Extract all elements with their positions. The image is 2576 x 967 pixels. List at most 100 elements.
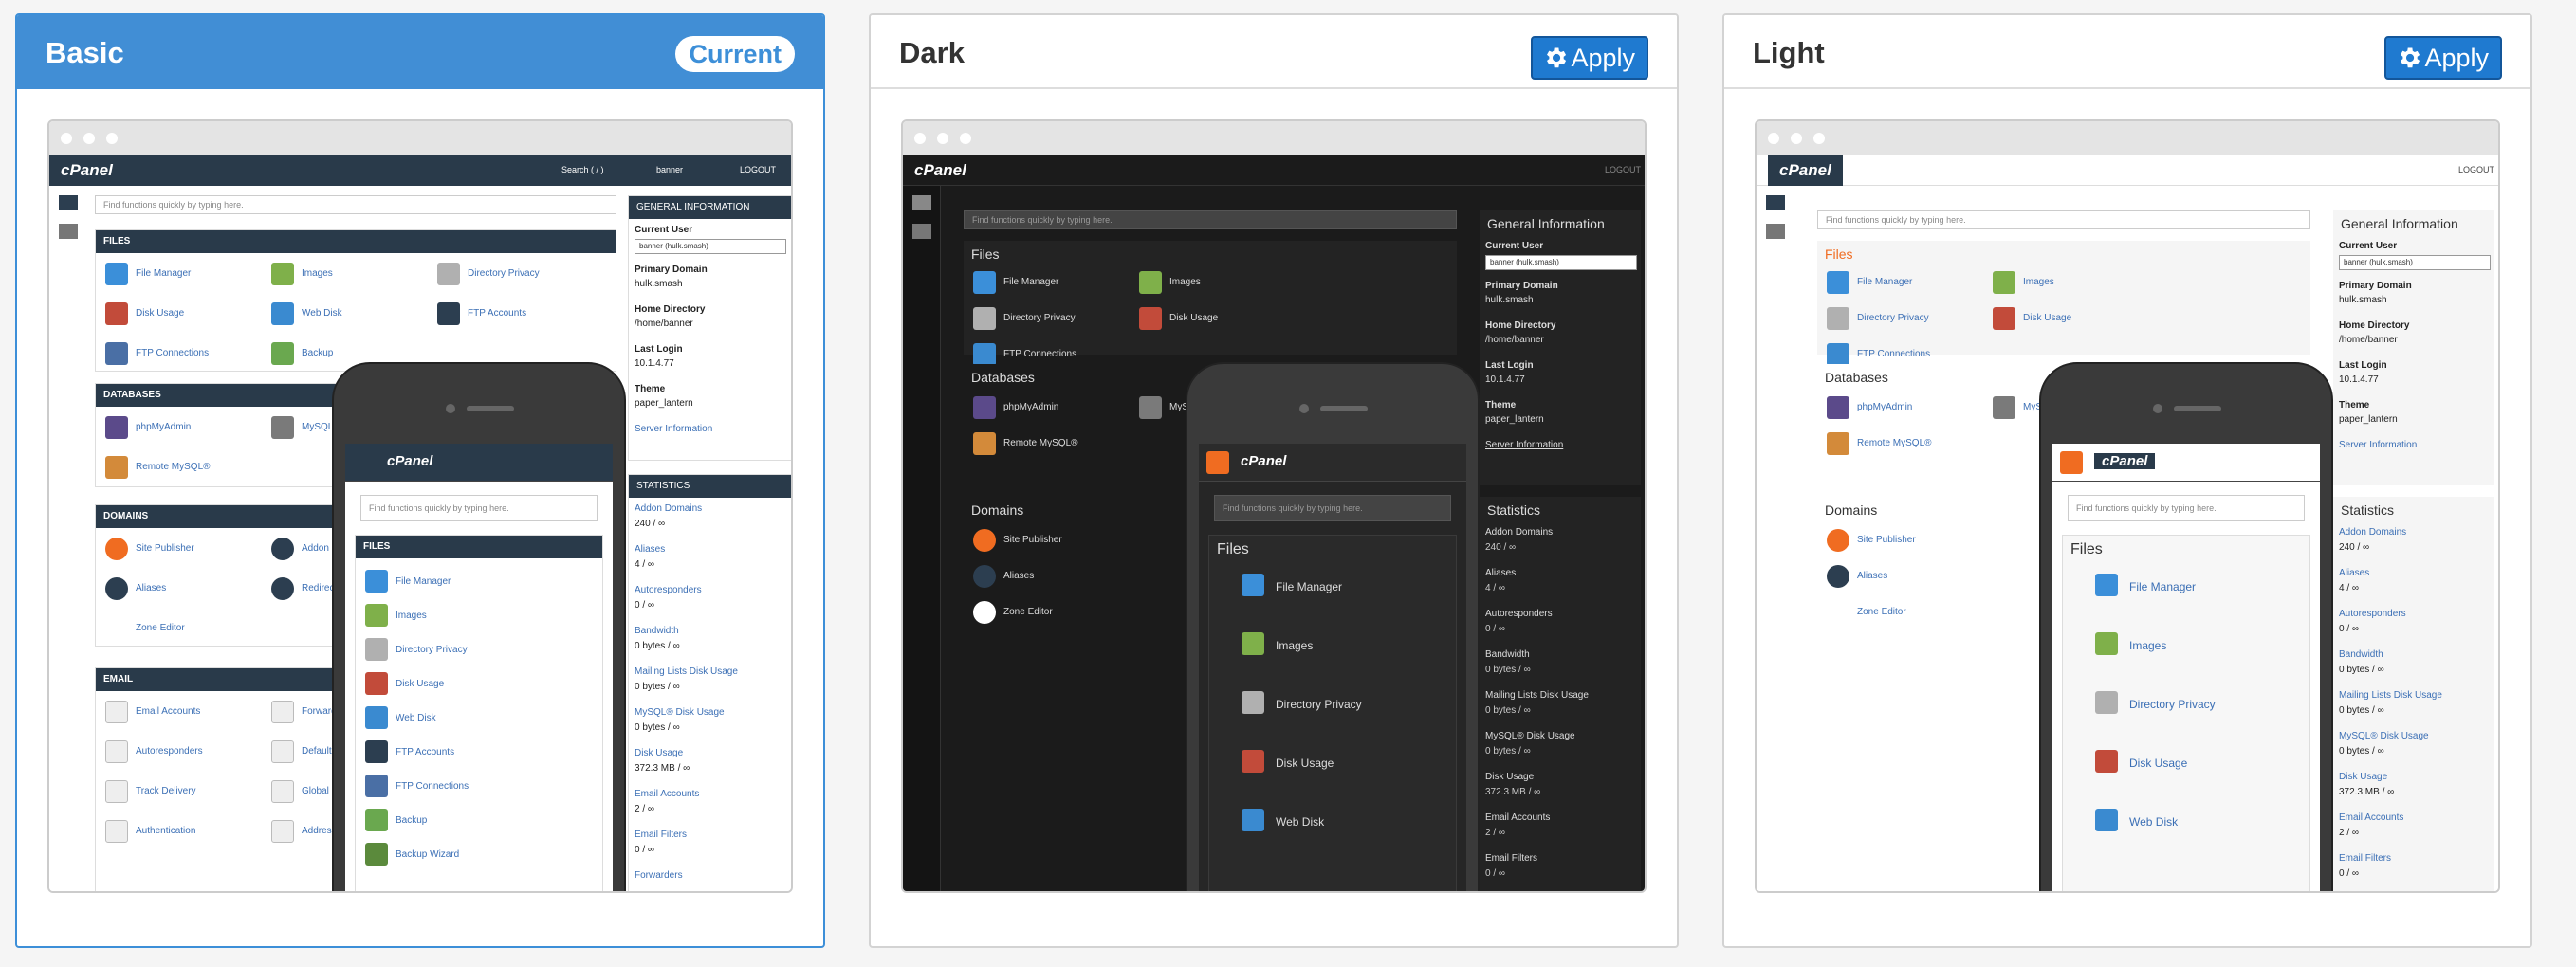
current-user-select[interactable]: banner (hulk.smash) bbox=[2339, 255, 2491, 270]
search-label[interactable]: Search ( / ) bbox=[561, 165, 604, 174]
domain-item[interactable]: Aliases bbox=[136, 583, 166, 593]
stat-label[interactable]: Disk Usage bbox=[635, 748, 683, 758]
mobile-file-item[interactable]: Directory Privacy bbox=[2129, 698, 2216, 711]
mobile-file-item[interactable]: FTP Accounts bbox=[396, 747, 454, 757]
file-item[interactable]: Disk Usage bbox=[2023, 313, 2071, 323]
mobile-file-item[interactable]: Images bbox=[1276, 639, 1313, 652]
mobile-file-item[interactable]: Disk Usage bbox=[1276, 757, 1334, 770]
email-item[interactable]: Email Accounts bbox=[136, 706, 200, 717]
mobile-file-item[interactable]: Backup bbox=[396, 815, 427, 826]
theme-card-light[interactable]: Light Apply cPanel LOGOUT Find functions qui… bbox=[1722, 13, 2532, 948]
grid-icon[interactable] bbox=[912, 195, 931, 210]
mobile-file-item[interactable]: Images bbox=[396, 611, 427, 621]
domain-item[interactable]: Aliases bbox=[1857, 571, 1887, 581]
stat-label[interactable]: Mailing Lists Disk Usage bbox=[2339, 690, 2442, 701]
domain-item[interactable]: Zone Editor bbox=[1003, 607, 1053, 617]
grid-icon[interactable] bbox=[1766, 195, 1785, 210]
stat-label[interactable]: Email Accounts bbox=[1485, 812, 1550, 823]
file-item[interactable]: FTP Connections bbox=[136, 348, 209, 358]
stat-label[interactable]: MySQL® Disk Usage bbox=[1485, 731, 1575, 741]
stat-label[interactable]: Aliases bbox=[1485, 568, 1516, 578]
file-item[interactable]: Directory Privacy bbox=[468, 268, 540, 279]
stat-label[interactable]: Autoresponders bbox=[635, 585, 702, 595]
search-input[interactable]: Find functions quickly by typing here. bbox=[95, 195, 616, 214]
stat-label[interactable]: Mailing Lists Disk Usage bbox=[635, 666, 738, 677]
file-item[interactable]: File Manager bbox=[136, 268, 191, 279]
server-info-link[interactable]: Server Information bbox=[1485, 440, 1563, 450]
mobile-file-item[interactable]: File Manager bbox=[1276, 580, 1342, 593]
stat-label[interactable]: Email Filters bbox=[1485, 853, 1537, 864]
stat-label[interactable]: Bandwidth bbox=[2339, 649, 2383, 660]
mobile-file-item[interactable]: Directory Privacy bbox=[396, 645, 468, 655]
search-input[interactable]: Find functions quickly by typing here. bbox=[964, 210, 1457, 229]
stat-label[interactable]: Autoresponders bbox=[2339, 609, 2406, 619]
stat-label[interactable]: Bandwidth bbox=[635, 626, 679, 636]
logout-link[interactable]: LOGOUT bbox=[1605, 165, 1641, 174]
email-item[interactable]: Global bbox=[302, 786, 329, 796]
theme-card-basic[interactable]: Basic Current cPanel Search ( / ) banner LOGO… bbox=[15, 13, 825, 948]
logout-link[interactable]: LOGOUT bbox=[740, 165, 776, 174]
domain-item[interactable]: Zone Editor bbox=[136, 623, 185, 633]
apply-button[interactable]: Apply bbox=[1531, 36, 1648, 80]
file-item[interactable]: Web Disk bbox=[302, 308, 342, 319]
file-item[interactable]: FTP Connections bbox=[1857, 349, 1930, 359]
file-item[interactable]: Backup bbox=[302, 348, 333, 358]
stat-label[interactable]: Aliases bbox=[2339, 568, 2369, 578]
domain-item[interactable]: Site Publisher bbox=[1003, 535, 1062, 545]
stat-label[interactable]: Addon Domains bbox=[2339, 527, 2406, 538]
mobile-search-input[interactable]: Find functions quickly by typing here. bbox=[360, 495, 598, 521]
stat-label[interactable]: Email Filters bbox=[635, 830, 687, 840]
hamburger-icon[interactable] bbox=[1206, 451, 1229, 474]
file-item[interactable]: Directory Privacy bbox=[1857, 313, 1929, 323]
mobile-file-item[interactable]: Backup Wizard bbox=[396, 849, 459, 860]
email-item[interactable]: Autoresponders bbox=[136, 746, 203, 757]
stat-label[interactable]: Mailing Lists Disk Usage bbox=[1485, 690, 1589, 701]
stat-label[interactable]: Forwarders bbox=[635, 870, 683, 881]
email-item[interactable]: Default bbox=[302, 746, 332, 757]
email-item[interactable]: Track Delivery bbox=[136, 786, 196, 796]
server-info-link[interactable]: Server Information bbox=[635, 424, 712, 434]
stat-label[interactable]: MySQL® Disk Usage bbox=[2339, 731, 2429, 741]
domain-item[interactable]: Site Publisher bbox=[136, 543, 194, 554]
stat-label[interactable]: Email Accounts bbox=[635, 789, 699, 799]
mobile-file-item[interactable]: Images bbox=[2129, 639, 2166, 652]
stat-label[interactable]: Email Accounts bbox=[2339, 812, 2403, 823]
file-item[interactable]: File Manager bbox=[1003, 277, 1058, 287]
file-item[interactable]: Images bbox=[1169, 277, 1201, 287]
database-item[interactable]: MySQL bbox=[302, 422, 333, 432]
stat-label[interactable]: MySQL® Disk Usage bbox=[635, 707, 725, 718]
mobile-file-item[interactable]: FTP Connections bbox=[396, 781, 469, 792]
stat-label[interactable]: Disk Usage bbox=[2339, 772, 2387, 782]
user-menu[interactable]: banner bbox=[656, 165, 683, 174]
database-item[interactable]: Remote MySQL® bbox=[1857, 438, 1932, 448]
mobile-file-item[interactable]: Web Disk bbox=[396, 713, 436, 723]
theme-card-dark[interactable]: Dark Apply cPanel LOGOUT Find functions quic… bbox=[869, 13, 1679, 948]
mobile-file-item[interactable]: Disk Usage bbox=[2129, 757, 2187, 770]
stat-label[interactable]: Disk Usage bbox=[1485, 772, 1534, 782]
domain-item[interactable]: Aliases bbox=[1003, 571, 1034, 581]
logout-link[interactable]: LOGOUT bbox=[2458, 165, 2494, 174]
domain-item[interactable]: Addon bbox=[302, 543, 329, 554]
stat-label[interactable]: Email Filters bbox=[2339, 853, 2391, 864]
mobile-search-input[interactable]: Find functions quickly by typing here. bbox=[2068, 495, 2305, 521]
file-item[interactable]: FTP Connections bbox=[1003, 349, 1076, 359]
hamburger-icon[interactable] bbox=[353, 451, 376, 474]
grid-icon[interactable] bbox=[59, 195, 78, 210]
database-item[interactable]: Remote MySQL® bbox=[1003, 438, 1078, 448]
current-user-select[interactable]: banner (hulk.smash) bbox=[635, 239, 786, 254]
mobile-file-item[interactable]: File Manager bbox=[396, 576, 451, 587]
users-icon[interactable] bbox=[59, 224, 78, 239]
hamburger-icon[interactable] bbox=[2060, 451, 2083, 474]
email-item[interactable]: Authentication bbox=[136, 826, 195, 836]
file-item[interactable]: FTP Accounts bbox=[468, 308, 526, 319]
domain-item[interactable]: Site Publisher bbox=[1857, 535, 1916, 545]
stat-label[interactable]: Aliases bbox=[635, 544, 665, 555]
stat-label[interactable]: Bandwidth bbox=[1485, 649, 1530, 660]
mobile-file-item[interactable]: Web Disk bbox=[1276, 815, 1324, 829]
apply-button[interactable]: Apply bbox=[2384, 36, 2502, 80]
database-item[interactable]: phpMyAdmin bbox=[136, 422, 191, 432]
mobile-file-item[interactable]: Disk Usage bbox=[396, 679, 444, 689]
stat-label[interactable]: Addon Domains bbox=[635, 503, 702, 514]
file-item[interactable]: Disk Usage bbox=[1169, 313, 1218, 323]
file-item[interactable]: Images bbox=[302, 268, 333, 279]
